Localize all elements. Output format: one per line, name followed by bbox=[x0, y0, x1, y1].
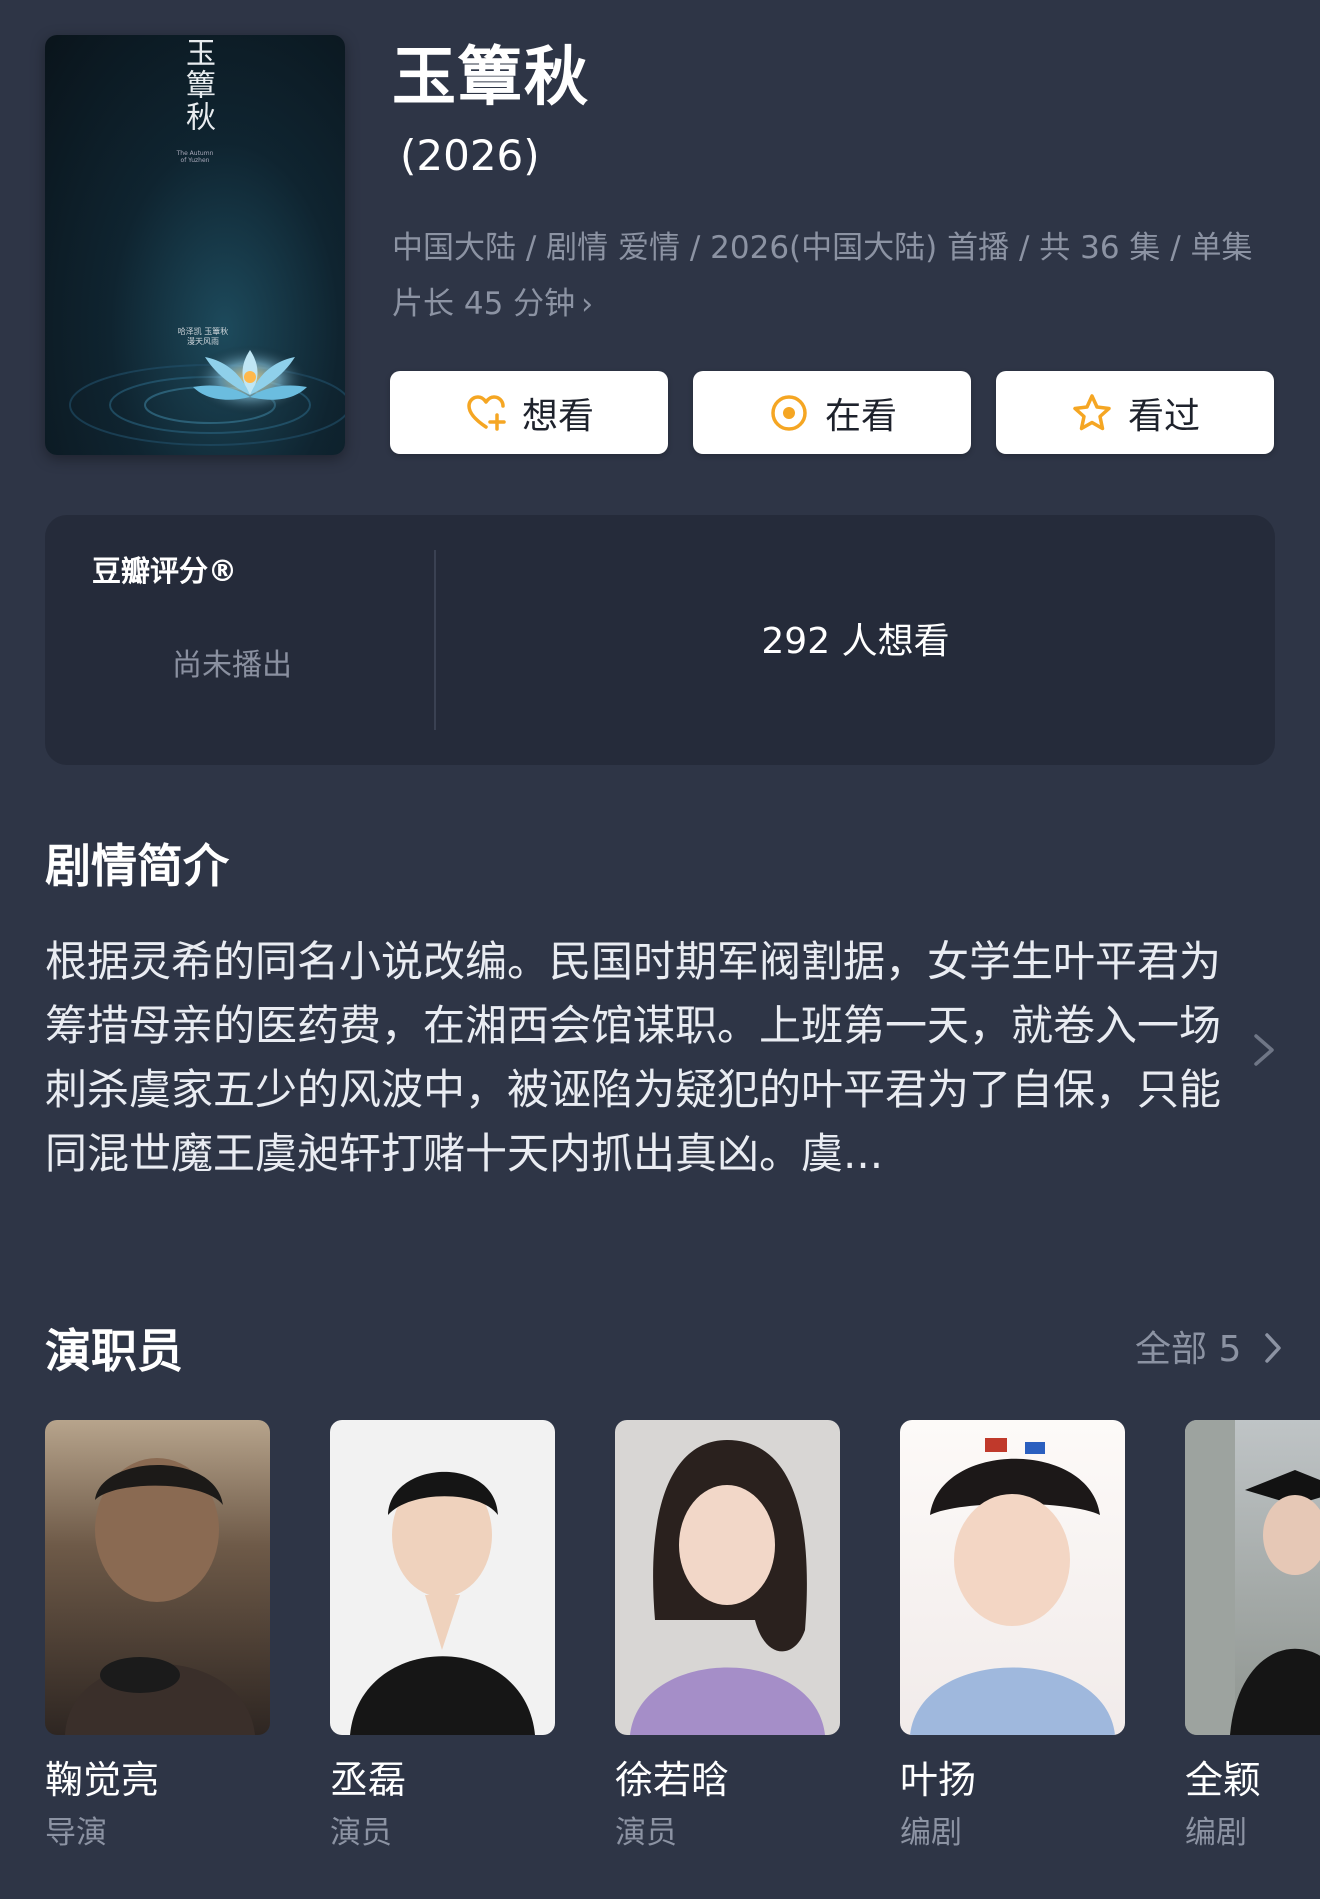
release-year: (2026) bbox=[400, 131, 540, 180]
target-icon bbox=[771, 394, 807, 431]
chevron-right-icon[interactable] bbox=[1250, 1030, 1278, 1070]
cast-photo bbox=[900, 1420, 1125, 1735]
watching-label: 在看 bbox=[824, 395, 897, 437]
cast-name: 鞠觉亮 bbox=[45, 1758, 160, 1802]
synopsis-heading: 剧情简介 bbox=[45, 839, 229, 893]
meta-info-text: 中国大陆 / 剧情 爱情 / 2026(中国大陆) 首播 / 共 36 集 / … bbox=[392, 230, 1253, 322]
person-silhouette-icon bbox=[630, 1440, 825, 1735]
synopsis-text[interactable]: 根据灵希的同名小说改编。民国时期军阀割据，女学生叶平君为筹措母亲的医药费，在湘西… bbox=[45, 930, 1225, 1186]
meta-info[interactable]: 中国大陆 / 剧情 爱情 / 2026(中国大陆) 首播 / 共 36 集 / … bbox=[392, 220, 1272, 333]
poster-credit-line2: 漫天风雨 bbox=[187, 337, 219, 346]
cast-photo bbox=[45, 1420, 270, 1735]
cast-photo bbox=[615, 1420, 840, 1735]
person-silhouette-icon bbox=[65, 1458, 255, 1735]
cast-card[interactable]: 徐若晗 演员 bbox=[615, 1420, 840, 1853]
poster-subtitle: The Autumn of Yuzhen bbox=[176, 150, 214, 164]
star-icon bbox=[1073, 393, 1111, 430]
want-to-watch-button[interactable]: 想看 bbox=[390, 371, 668, 454]
cast-card[interactable]: 丞磊 演员 bbox=[330, 1420, 555, 1853]
watched-button[interactable]: 看过 bbox=[996, 371, 1274, 454]
cast-name: 全颖 bbox=[1185, 1758, 1262, 1802]
want-to-watch-label: 想看 bbox=[521, 395, 594, 437]
poster-credit: 哈泽凯 玉簟秋 漫天风雨 bbox=[163, 327, 243, 347]
want-count: 292 人想看 bbox=[761, 621, 950, 662]
poster-credit-line1: 哈泽凯 玉簟秋 bbox=[177, 327, 229, 336]
cast-heading: 演职员 bbox=[45, 1324, 183, 1378]
watched-label: 看过 bbox=[1127, 395, 1200, 437]
cast-role: 演员 bbox=[615, 1815, 677, 1851]
watching-button[interactable]: 在看 bbox=[693, 371, 971, 454]
douban-rating-label: 豆瓣评分® bbox=[92, 554, 238, 588]
cast-name: 丞磊 bbox=[330, 1758, 407, 1802]
cast-name: 叶扬 bbox=[900, 1758, 977, 1802]
heart-plus-icon bbox=[467, 394, 506, 431]
poster-image[interactable]: 玉簟秋 The Autumn of Yuzhen 哈泽凯 玉簟秋 漫天风雨 bbox=[45, 35, 345, 455]
cast-role: 编剧 bbox=[900, 1815, 962, 1851]
person-silhouette-icon bbox=[350, 1471, 535, 1735]
cast-photo bbox=[330, 1420, 555, 1735]
page-title: 玉簟秋 bbox=[392, 41, 590, 115]
cast-role: 导演 bbox=[45, 1815, 107, 1851]
poster-title: 玉簟秋 bbox=[180, 37, 215, 133]
chevron-right-icon: › bbox=[581, 287, 594, 322]
cast-name: 徐若晗 bbox=[615, 1758, 730, 1802]
cast-card[interactable]: 叶扬 编剧 bbox=[900, 1420, 1125, 1853]
cast-card[interactable]: 鞠觉亮 导演 bbox=[45, 1420, 270, 1853]
cast-card[interactable]: 全颖 编剧 bbox=[1185, 1420, 1320, 1853]
person-silhouette-icon bbox=[1185, 1420, 1320, 1735]
cast-role: 演员 bbox=[330, 1815, 392, 1851]
rating-status: 尚未播出 bbox=[172, 648, 292, 683]
cast-view-all[interactable]: 全部 5 bbox=[1135, 1320, 1241, 1372]
cast-photo bbox=[1185, 1420, 1320, 1735]
cast-role: 编剧 bbox=[1185, 1815, 1247, 1851]
chevron-right-icon[interactable] bbox=[1262, 1330, 1284, 1366]
person-silhouette-icon bbox=[910, 1438, 1115, 1735]
